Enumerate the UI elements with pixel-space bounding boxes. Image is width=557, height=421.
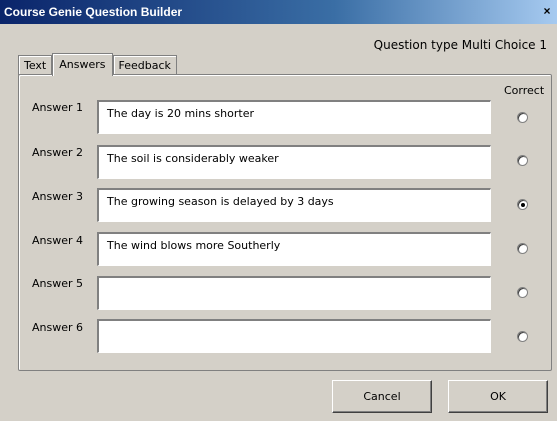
answer-5-correct-radio[interactable] — [517, 287, 528, 298]
tab-strip: Text Answers Feedback — [18, 52, 177, 76]
title-bar[interactable]: Course Genie Question Builder × — [0, 0, 557, 24]
answer-2-input[interactable]: The soil is considerably weaker — [97, 145, 491, 179]
answer-6-input[interactable] — [97, 319, 491, 353]
answer-5-input[interactable] — [97, 276, 491, 310]
close-icon[interactable]: × — [539, 3, 555, 19]
answer-6-correct-radio[interactable] — [517, 331, 528, 342]
answer-4-input[interactable]: The wind blows more Southerly — [97, 232, 491, 266]
answer-1-input[interactable]: The day is 20 mins shorter — [97, 100, 491, 134]
tab-feedback[interactable]: Feedback — [112, 55, 177, 75]
answer-3-input[interactable]: The growing season is delayed by 3 days — [97, 188, 491, 222]
question-type-label: Question type Multi Choice 1 — [373, 38, 547, 52]
answer-4-label: Answer 4 — [32, 234, 84, 247]
cancel-button[interactable]: Cancel — [332, 380, 432, 413]
answer-1-label: Answer 1 — [32, 101, 84, 114]
dialog-window: Course Genie Question Builder × Question… — [0, 0, 557, 421]
correct-column-header: Correct — [504, 84, 545, 97]
tab-text[interactable]: Text — [18, 55, 53, 75]
answer-3-correct-radio[interactable] — [517, 199, 528, 210]
window-title: Course Genie Question Builder — [4, 5, 183, 19]
answer-5-label: Answer 5 — [32, 277, 84, 290]
answer-3-label: Answer 3 — [32, 190, 84, 203]
answer-2-label: Answer 2 — [32, 146, 84, 159]
ok-button[interactable]: OK — [448, 380, 548, 413]
radio-selected-dot — [521, 203, 525, 207]
answer-4-correct-radio[interactable] — [517, 243, 528, 254]
answer-1-correct-radio[interactable] — [517, 112, 528, 123]
tab-answers[interactable]: Answers — [52, 53, 113, 76]
answer-2-correct-radio[interactable] — [517, 155, 528, 166]
answer-6-label: Answer 6 — [32, 321, 84, 334]
